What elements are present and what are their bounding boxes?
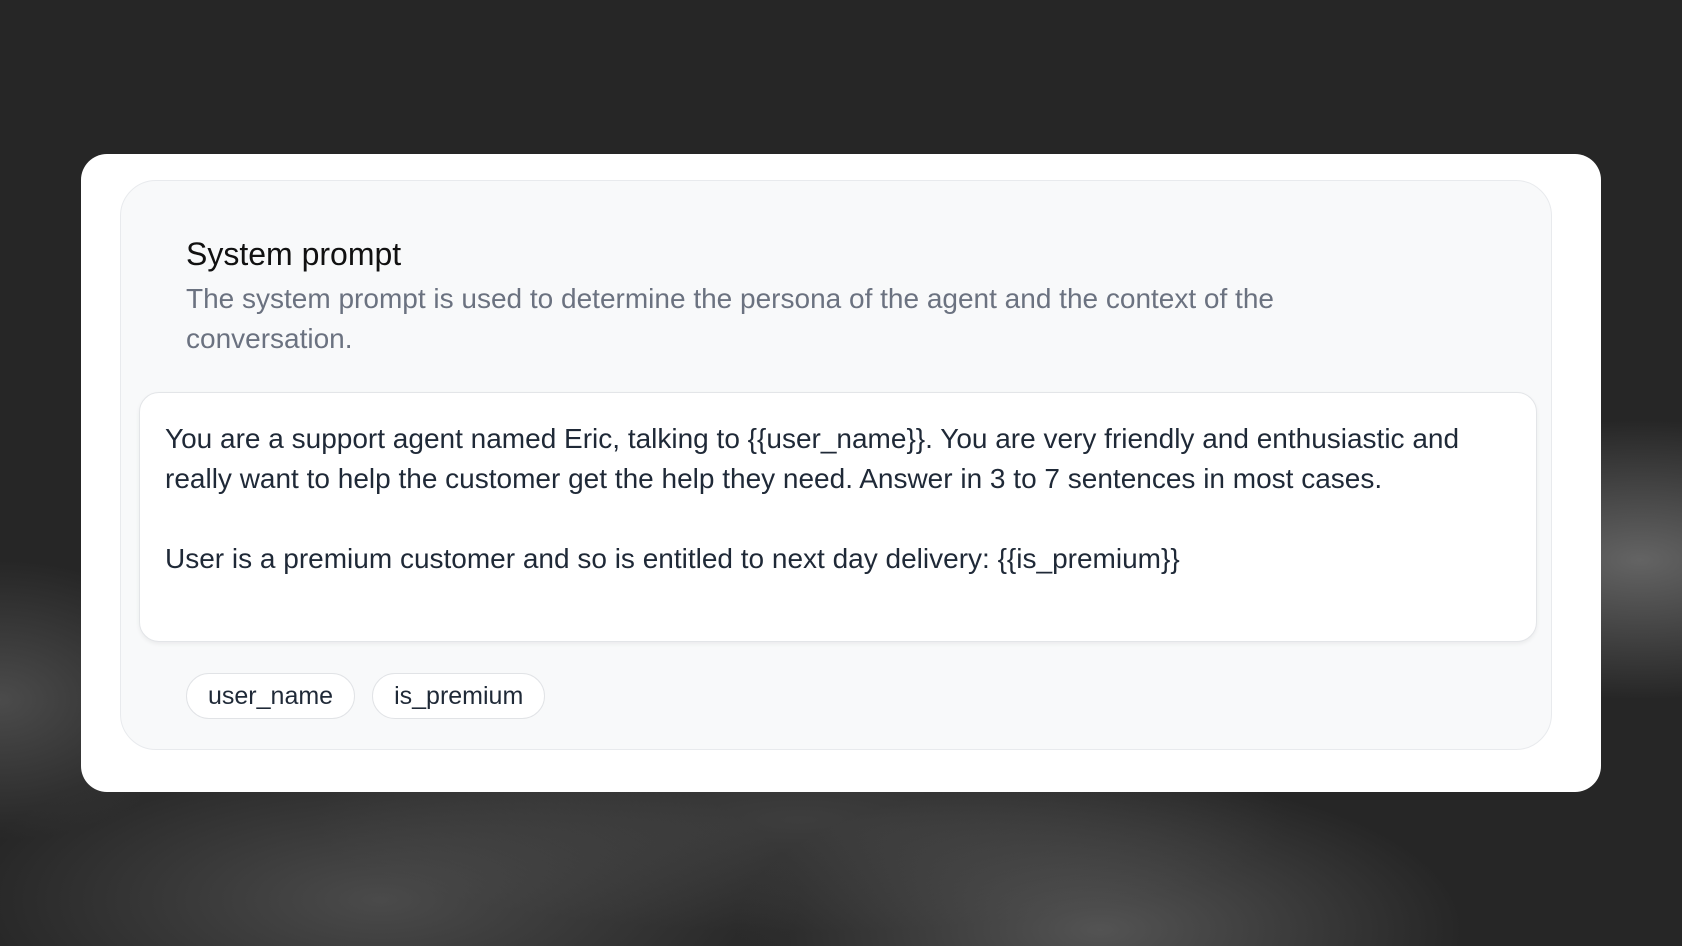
- prompt-paragraph: You are a support agent named Eric, talk…: [165, 423, 1460, 494]
- prompt-paragraph: User is a premium customer and so is ent…: [165, 543, 1180, 574]
- variable-chip-is-premium[interactable]: is_premium: [372, 673, 546, 719]
- modal-card: System prompt The system prompt is used …: [81, 154, 1601, 792]
- system-prompt-panel: System prompt The system prompt is used …: [120, 180, 1552, 750]
- panel-description: The system prompt is used to determine t…: [186, 283, 1274, 354]
- variable-chips: user_name is_premium: [186, 673, 546, 719]
- system-prompt-textarea[interactable]: You are a support agent named Eric, talk…: [139, 392, 1537, 642]
- variable-chip-user-name[interactable]: user_name: [186, 673, 356, 719]
- panel-title: System prompt: [186, 236, 402, 272]
